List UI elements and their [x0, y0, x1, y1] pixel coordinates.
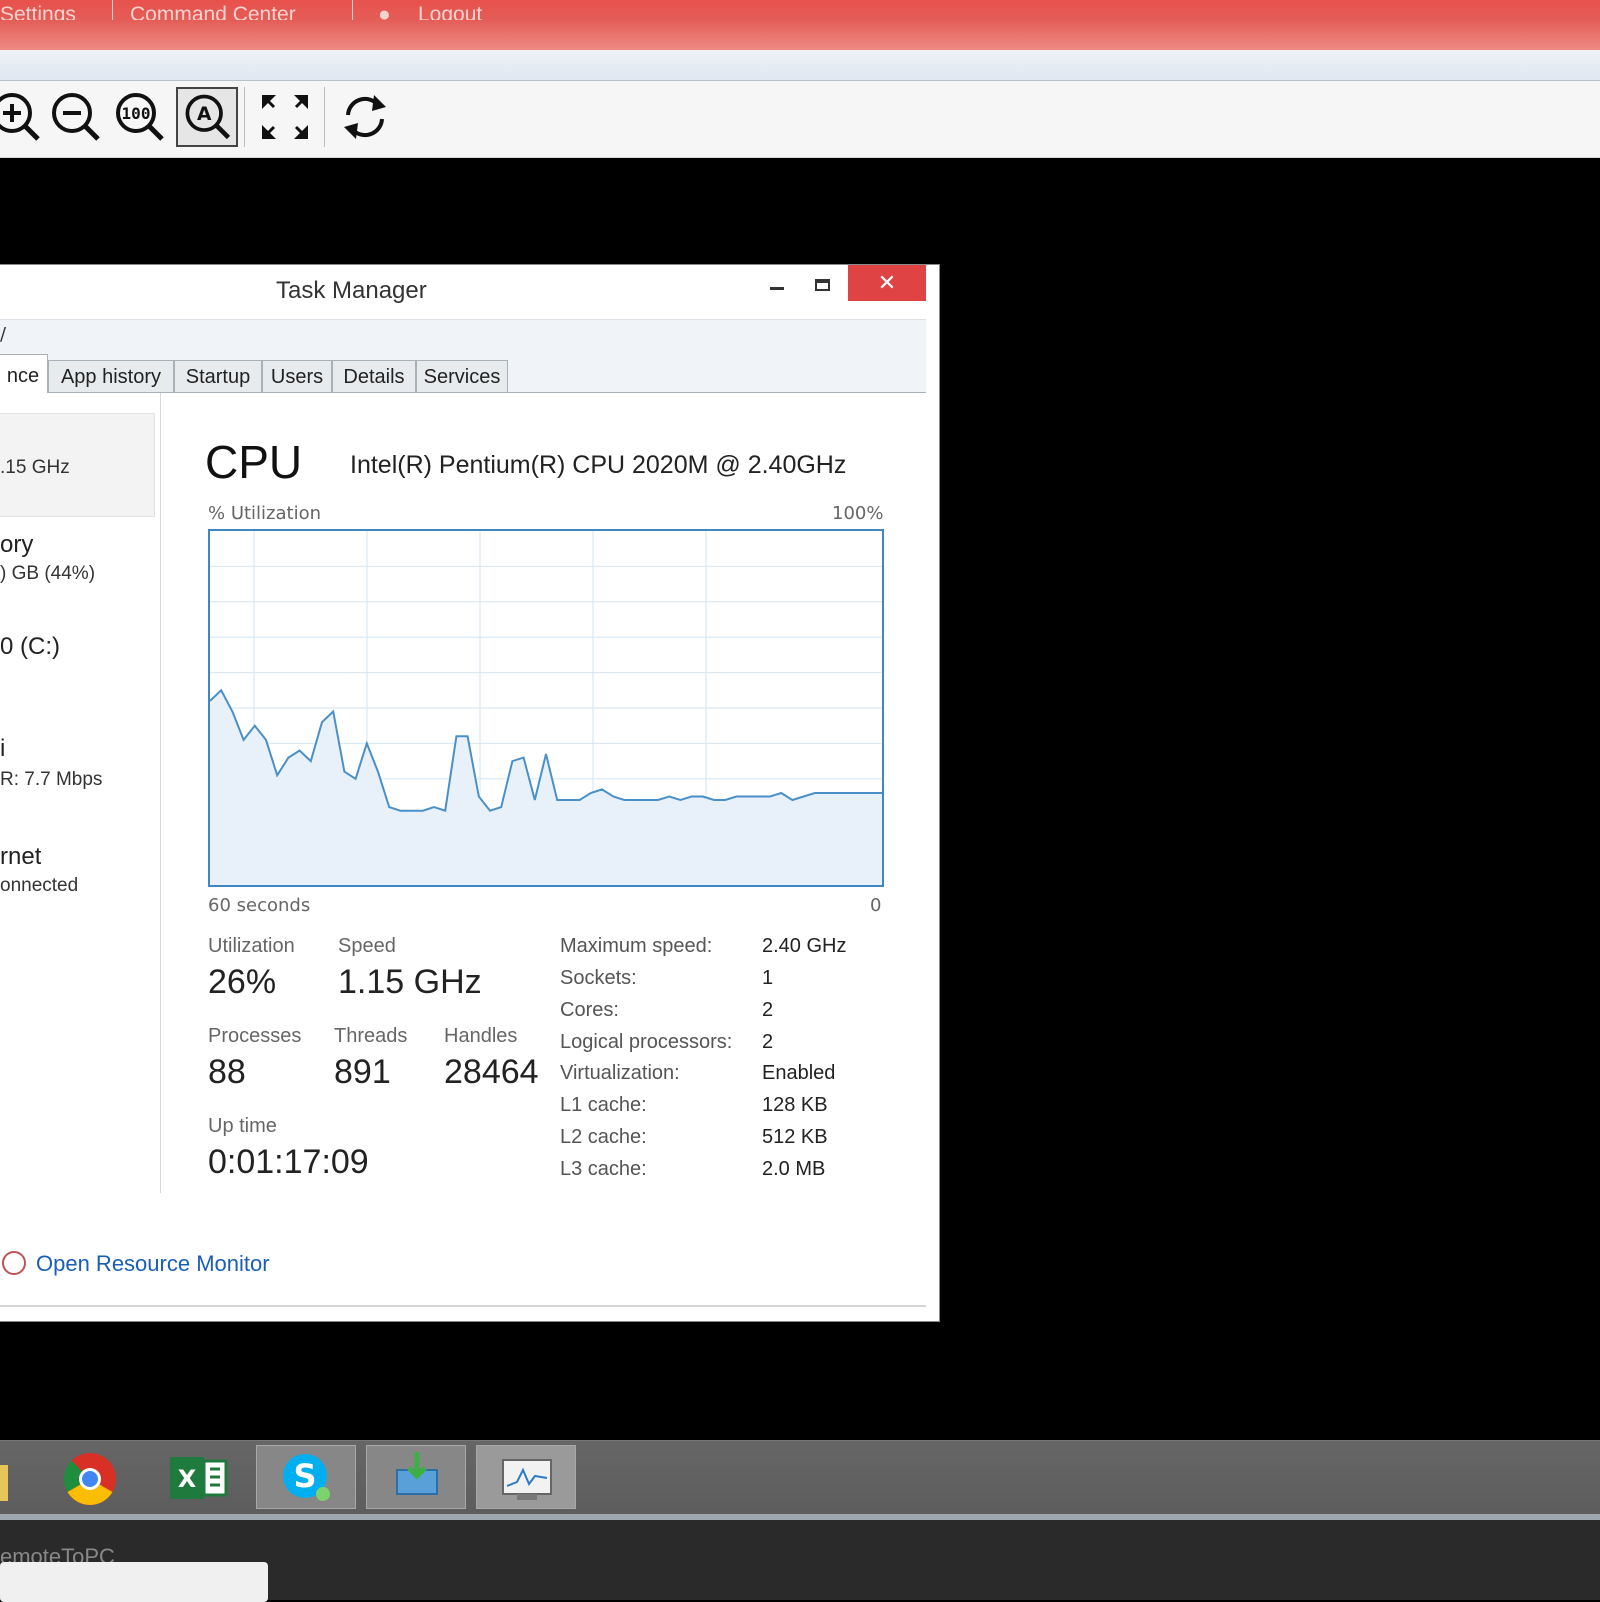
graph-time-end: 0 — [870, 895, 882, 916]
spec-value: 2 — [762, 1031, 774, 1053]
menu-separator — [352, 0, 353, 20]
taskbar: X S — [0, 1440, 1600, 1521]
tab-bar: nce App history Startup Users Details Se… — [0, 354, 926, 393]
uptime-label: Up time — [208, 1115, 277, 1137]
utilization-label: Utilization — [208, 935, 295, 957]
svg-text:S: S — [293, 1457, 316, 1495]
tab-details[interactable]: Details — [332, 360, 416, 392]
spec-label: Sockets: — [560, 967, 637, 989]
toolbar-strip — [0, 50, 1600, 81]
tab-app-history[interactable]: App history — [48, 360, 174, 392]
processes-label: Processes — [208, 1025, 302, 1047]
speed-label: Speed — [338, 935, 396, 957]
spec-value: 2 — [762, 999, 774, 1021]
command-center-menu[interactable]: Command Center — [130, 0, 296, 20]
svg-text:A: A — [197, 104, 212, 125]
graph-util-label: % Utilization — [208, 503, 322, 524]
resource-sidebar: .15 GHz ory ) GB (44%) 0 (C:) i R: 7.7 M… — [0, 393, 161, 1193]
open-resource-monitor-link[interactable]: Open Resource Monitor — [36, 1251, 270, 1277]
spec-label: Maximum speed: — [560, 935, 713, 957]
menu-separator — [112, 0, 113, 20]
sidebar-item-ethernet[interactable]: rnet — [0, 843, 41, 871]
memory-sub: ) GB (44%) — [0, 563, 96, 584]
zoom-100-icon[interactable]: 100 — [110, 87, 172, 147]
svg-text:100: 100 — [122, 104, 151, 123]
task-manager-window: Task Manager ✕ / nce App history Startup… — [0, 264, 940, 1322]
handles-label: Handles — [444, 1025, 518, 1047]
minimize-button[interactable] — [770, 287, 784, 290]
spec-label: Virtualization: — [560, 1062, 680, 1084]
spec-label: Cores: — [560, 999, 619, 1021]
maximize-button[interactable] — [815, 279, 830, 291]
user-icon: ● — [378, 3, 391, 20]
tab-performance[interactable]: nce — [0, 354, 48, 393]
zoom-out-icon[interactable] — [46, 87, 108, 147]
utilization-value: 26% — [208, 963, 277, 1001]
handles-value: 28464 — [444, 1053, 539, 1091]
skype-icon[interactable]: S — [256, 1445, 356, 1509]
spec-value: 1 — [762, 967, 774, 989]
app-footer: emoteToPC — [0, 1520, 1600, 1602]
toolbar-divider — [244, 87, 245, 147]
zoom-in-icon[interactable] — [0, 87, 48, 147]
tab-startup[interactable]: Startup — [174, 360, 262, 392]
cpu-model: Intel(R) Pentium(R) CPU 2020M @ 2.40GHz — [350, 451, 847, 479]
processes-value: 88 — [208, 1053, 246, 1091]
spec-value: 128 KB — [762, 1094, 828, 1116]
spec-value: 2.40 GHz — [762, 935, 847, 957]
viewer-toolbar: 100 A — [0, 81, 1600, 158]
close-button[interactable]: ✕ — [848, 265, 926, 301]
performance-monitor-icon[interactable] — [476, 1445, 576, 1509]
excel-icon[interactable]: X — [150, 1445, 250, 1509]
graph-max-label: 100% — [832, 503, 884, 524]
window-divider — [0, 1305, 926, 1307]
threads-label: Threads — [334, 1025, 408, 1047]
footer-tab[interactable] — [0, 1562, 268, 1602]
window-title: Task Manager — [276, 277, 427, 304]
settings-menu[interactable]: Settings — [0, 0, 76, 20]
tab-services[interactable]: Services — [416, 360, 508, 392]
spec-label: L3 cache: — [560, 1158, 647, 1180]
cpu-speed-sub: .15 GHz — [0, 457, 70, 478]
toolbar-divider — [324, 87, 325, 147]
menu-bar: / — [0, 319, 926, 355]
sidebar-item-wifi[interactable]: i — [0, 735, 5, 763]
resource-monitor-icon[interactable] — [2, 1251, 26, 1275]
spec-value: 512 KB — [762, 1126, 828, 1148]
refresh-icon[interactable] — [334, 87, 396, 147]
app-top-bar: Settings Command Center ● Logout — [0, 0, 1600, 50]
spec-value: 2.0 MB — [762, 1158, 826, 1180]
cpu-heading: CPU — [205, 436, 303, 488]
graph-time-label: 60 seconds — [208, 895, 311, 916]
tab-users[interactable]: Users — [262, 360, 332, 392]
speed-value: 1.15 GHz — [338, 963, 482, 1001]
cpu-utilization-graph — [208, 529, 884, 887]
svg-text:X: X — [178, 1465, 197, 1493]
spec-value: Enabled — [762, 1062, 836, 1084]
menu-item-partial[interactable]: / — [0, 324, 6, 345]
logout-menu[interactable]: Logout — [418, 0, 482, 20]
sidebar-item-disk[interactable]: 0 (C:) — [0, 633, 60, 661]
spec-label: L2 cache: — [560, 1126, 647, 1148]
chrome-icon[interactable] — [40, 1445, 140, 1509]
ethernet-sub: onnected — [0, 875, 79, 896]
spec-label: Logical processors: — [560, 1031, 733, 1053]
threads-value: 891 — [334, 1053, 391, 1091]
wifi-sub: R: 7.7 Mbps — [0, 769, 103, 790]
spec-label: L1 cache: — [560, 1094, 647, 1116]
remote-transfer-icon[interactable] — [366, 1445, 466, 1509]
uptime-value: 0:01:17:09 — [208, 1143, 369, 1181]
fullscreen-icon[interactable] — [254, 87, 316, 147]
sidebar-item-memory[interactable]: ory — [0, 531, 33, 559]
zoom-auto-icon[interactable]: A — [176, 87, 238, 147]
